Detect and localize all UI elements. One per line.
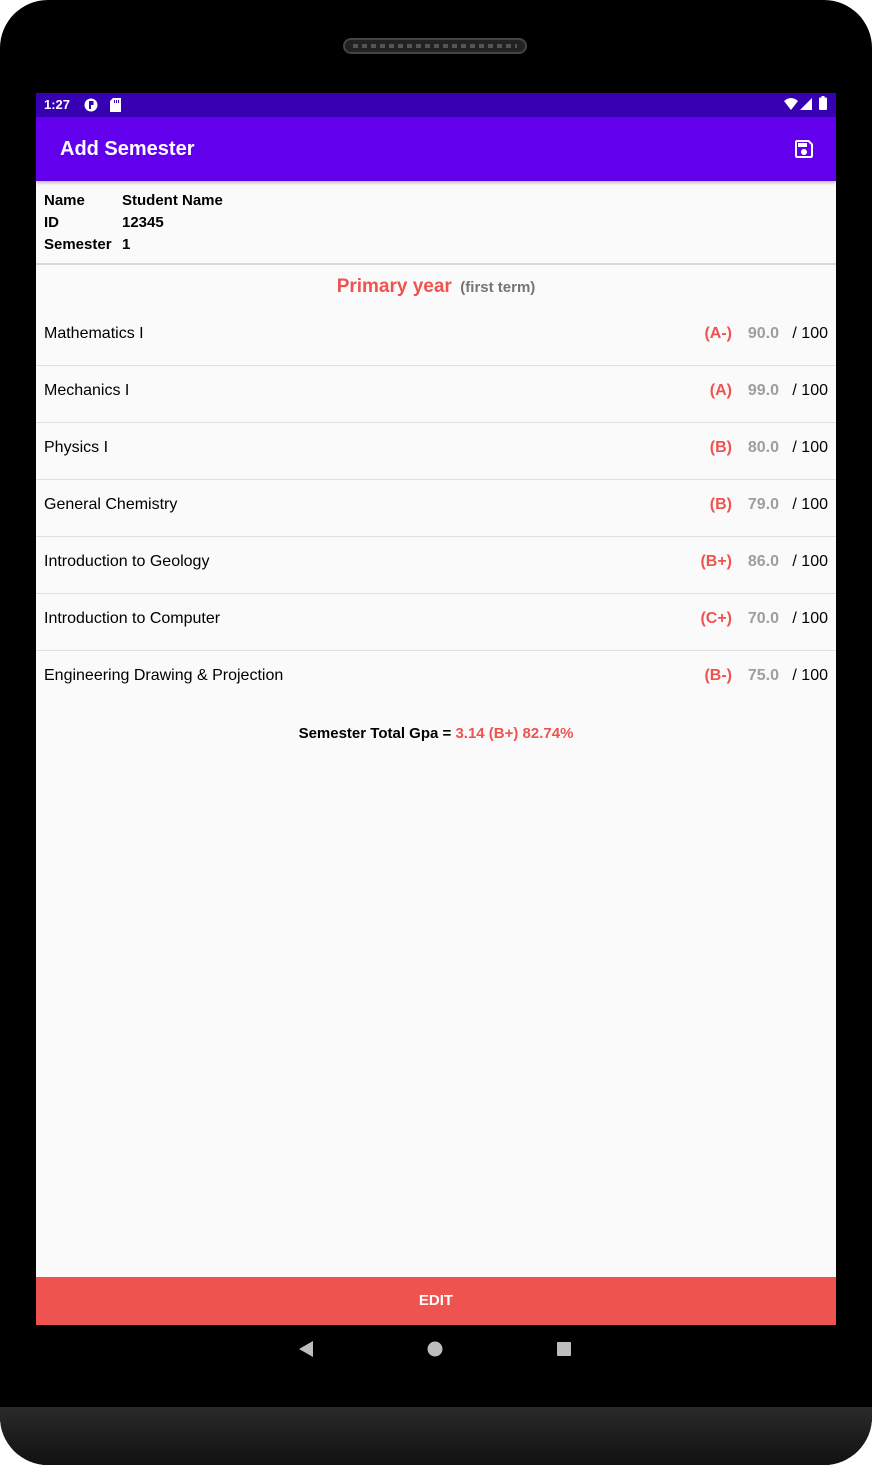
course-score: 79.0 [747,496,779,513]
name-value: Student Name [122,192,223,209]
course-name: Physics I [44,439,109,456]
recents-nav-icon[interactable] [556,1341,572,1357]
student-info: Name Student Name ID 12345 Semester 1 [44,190,223,256]
id-value: 12345 [122,214,164,231]
term-heading: Primary year (first term) [36,276,836,298]
course-grade: (B) [709,439,732,456]
student-name-row: Name Student Name [44,190,223,212]
id-label: ID [44,214,59,231]
course-grade: (B-) [704,667,732,684]
course-max: / 100 [792,667,828,684]
back-nav-icon[interactable] [298,1341,314,1357]
course-name: Engineering Drawing & Projection [44,667,284,684]
course-grade: (B) [709,496,732,513]
edit-button[interactable]: EDIT [36,1277,836,1325]
sd-card-icon [110,98,121,112]
course-grade: (A) [709,382,732,399]
battery-icon [819,96,827,110]
course-row[interactable]: Introduction to Geology (B+) 86.0 / 100 [36,537,836,594]
course-max: / 100 [792,496,828,513]
course-score: 75.0 [747,667,779,684]
system-nav-bar [0,1325,872,1373]
term-title: Primary year [336,276,452,297]
wifi-icon [784,98,798,110]
term-subtitle: (first term) [460,279,536,296]
course-row[interactable]: Engineering Drawing & Projection (B-) 75… [36,651,836,708]
course-score: 99.0 [747,382,779,399]
course-row[interactable]: Physics I (B) 80.0 / 100 [36,423,836,480]
course-name: General Chemistry [44,496,178,513]
name-label: Name [44,192,85,209]
semester-total: Semester Total Gpa = 3.14 (B+) 82.74% [36,725,836,742]
course-grade: (A-) [704,325,732,342]
course-score: 80.0 [747,439,779,456]
save-icon[interactable] [792,137,816,161]
semester-value: 1 [122,236,131,253]
device-chin [0,1407,872,1465]
device-frame: 1:27 Add Semester Name Student Name ID 1… [0,0,872,1465]
course-grade: (B+) [700,553,732,570]
status-time: 1:27 [44,97,71,112]
header-divider [36,263,836,265]
semester-row: Semester 1 [44,234,223,256]
home-nav-icon[interactable] [427,1341,443,1357]
app-title: Add Semester [60,138,195,160]
total-value: 3.14 (B+) 82.74% [455,725,574,742]
course-score: 90.0 [747,325,779,342]
course-name: Mechanics I [44,382,130,399]
course-max: / 100 [792,610,828,627]
status-bar: 1:27 [36,93,836,117]
course-name: Mathematics I [44,325,144,342]
app-bar: Add Semester [36,117,836,181]
student-id-row: ID 12345 [44,212,223,234]
app-screen: 1:27 Add Semester Name Student Name ID 1… [36,93,836,1325]
course-score: 70.0 [747,610,779,627]
total-label: Semester Total Gpa = [298,725,456,742]
course-name: Introduction to Geology [44,553,210,570]
course-max: / 100 [792,325,828,342]
speaker-grille [343,38,527,54]
course-score: 86.0 [747,553,779,570]
signal-icon [800,98,812,110]
course-row[interactable]: Mechanics I (A) 99.0 / 100 [36,366,836,423]
course-row[interactable]: General Chemistry (B) 79.0 / 100 [36,480,836,537]
course-max: / 100 [792,382,828,399]
course-max: / 100 [792,439,828,456]
course-grade: (C+) [700,610,732,627]
semester-label: Semester [44,236,112,253]
course-row[interactable]: Mathematics I (A-) 90.0 / 100 [36,309,836,366]
course-max: / 100 [792,553,828,570]
shield-icon [84,98,98,112]
course-name: Introduction to Computer [44,610,221,627]
course-row[interactable]: Introduction to Computer (C+) 70.0 / 100 [36,594,836,651]
